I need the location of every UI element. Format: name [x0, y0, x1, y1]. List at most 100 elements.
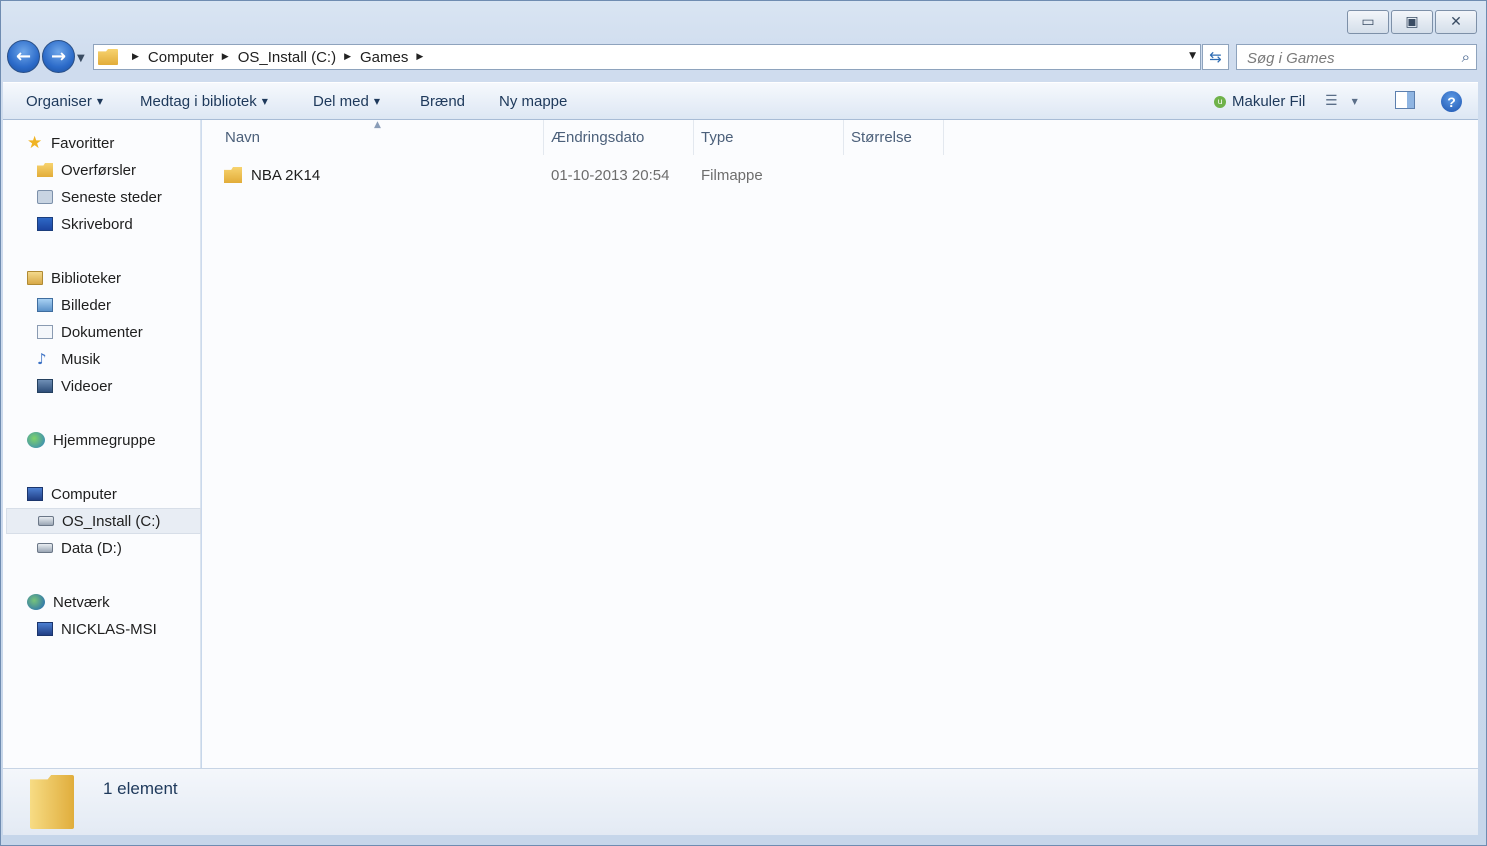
table-row[interactable]: NBA 2K14 — [224, 161, 320, 189]
sidebar-item-network[interactable]: Netværk — [27, 589, 110, 615]
recent-pages-dropdown[interactable]: ▼ — [77, 53, 87, 64]
star-icon: ★ — [27, 132, 43, 153]
minimize-icon: ▭ — [1361, 14, 1375, 30]
address-bar[interactable]: ▶ Computer ▶ OS_Install (C:) ▶ Games ▶ ▼ — [93, 44, 1201, 70]
column-header-size[interactable]: Størrelse — [844, 120, 944, 155]
folder-icon — [30, 775, 74, 829]
back-arrow-icon: ← — [15, 46, 32, 67]
sidebar-item-music[interactable]: ♪ Musik — [37, 346, 100, 372]
breadcrumb-os-install[interactable]: OS_Install (C:) — [238, 49, 336, 66]
sidebar-item-data-drive[interactable]: Data (D:) — [37, 535, 122, 561]
sidebar-item-videos[interactable]: Videoer — [37, 373, 112, 399]
sort-ascending-icon: ▲ — [374, 120, 381, 130]
sidebar-item-recent-places[interactable]: Seneste steder — [37, 184, 162, 210]
pictures-icon — [37, 298, 53, 312]
view-list-icon: ☰ — [1325, 93, 1338, 109]
sidebar-item-favorites[interactable]: ★ Favoritter — [27, 130, 114, 156]
sidebar-item-label: Musik — [61, 350, 101, 368]
sidebar-item-label: Data (D:) — [61, 539, 122, 557]
close-icon: ✕ — [1450, 14, 1462, 30]
network-computer-icon — [37, 622, 53, 636]
column-header-type[interactable]: Type — [694, 120, 844, 155]
sidebar-item-label: Biblioteker — [51, 269, 122, 287]
makuler-fil-label: Makuler Fil — [1232, 93, 1306, 110]
command-bar: Organiser ▼ Medtag i bibliotek ▼ Del med ▼ … — [3, 82, 1478, 120]
search-icon[interactable]: ⌕ — [1462, 48, 1470, 66]
file-date: 01-10-2013 20:54 — [551, 166, 670, 184]
sidebar-item-label: Overførsler — [61, 161, 136, 179]
sidebar-item-pictures[interactable]: Billeder — [37, 292, 111, 318]
downloads-folder-icon — [37, 163, 53, 177]
drive-icon — [37, 543, 53, 553]
sidebar-item-desktop[interactable]: Skrivebord — [37, 211, 133, 237]
refresh-icon: ⇆ — [1209, 48, 1222, 66]
forward-arrow-icon: → — [50, 46, 67, 67]
chevron-right-icon[interactable]: ▶ — [222, 52, 229, 62]
sidebar-item-homegroup[interactable]: Hjemmegruppe — [27, 427, 156, 453]
sidebar-item-label: Billeder — [61, 296, 112, 314]
sidebar-item-downloads[interactable]: Overførsler — [37, 157, 136, 183]
search-box[interactable]: ⌕ — [1236, 44, 1477, 70]
breadcrumb-games[interactable]: Games — [360, 49, 408, 66]
libraries-icon — [27, 271, 43, 285]
sidebar-item-nicklas-msi[interactable]: NICKLAS-MSI — [37, 616, 157, 642]
column-header-name[interactable]: Navn — [218, 120, 544, 155]
chevron-down-icon: ▼ — [96, 97, 104, 106]
chevron-down-icon: ▼ — [261, 97, 268, 106]
chevron-right-icon[interactable]: ▶ — [132, 52, 139, 62]
share-with-menu[interactable]: Del med ▼ — [313, 93, 380, 110]
sidebar-item-label: Hjemmegruppe — [53, 431, 156, 449]
change-view-button[interactable]: ☰ ▼ — [1325, 93, 1358, 109]
sidebar-item-label: Dokumenter — [61, 323, 143, 341]
network-icon — [27, 594, 45, 610]
makuler-fil-button[interactable]: u Makuler Fil — [1214, 93, 1305, 110]
maximize-icon: ▣ — [1405, 14, 1419, 30]
file-list: Navn ▲ Ændringsdato Type Størrelse NBA 2… — [202, 120, 1478, 768]
search-input[interactable] — [1245, 46, 1449, 70]
shredder-icon: u — [1214, 95, 1226, 108]
sidebar-item-label: Favoritter — [51, 134, 115, 152]
folder-icon — [224, 167, 242, 183]
music-icon: ♪ — [37, 349, 47, 368]
chevron-down-icon: ▼ — [373, 97, 381, 106]
sidebar-item-libraries[interactable]: Biblioteker — [27, 265, 121, 291]
sidebar-item-label: Netværk — [53, 593, 110, 611]
sidebar-item-label: OS_Install (C:) — [62, 512, 161, 530]
homegroup-icon — [27, 432, 45, 448]
chevron-right-icon[interactable]: ▶ — [416, 52, 423, 62]
item-count: 1 element — [103, 779, 178, 798]
include-library-menu[interactable]: Medtag i bibliotek ▼ — [140, 93, 268, 110]
minimize-button[interactable]: ▭ — [1347, 10, 1389, 34]
documents-icon — [37, 325, 53, 339]
include-library-label: Medtag i bibliotek — [140, 93, 257, 110]
column-header-date[interactable]: Ændringsdato — [544, 120, 694, 155]
sidebar-item-label: NICKLAS-MSI — [61, 620, 157, 638]
file-name: NBA 2K14 — [251, 166, 321, 184]
preview-pane-button[interactable] — [1395, 91, 1415, 109]
share-with-label: Del med — [313, 93, 369, 110]
sidebar-item-label: Skrivebord — [61, 215, 133, 233]
sidebar-item-computer[interactable]: Computer — [27, 481, 117, 507]
maximize-button[interactable]: ▣ — [1391, 10, 1433, 34]
videos-icon — [37, 379, 53, 393]
column-header-label: Ændringsdato — [551, 129, 645, 146]
help-button[interactable]: ? — [1441, 91, 1462, 112]
address-dropdown-icon[interactable]: ▼ — [1189, 51, 1196, 61]
burn-button[interactable]: Brænd — [420, 93, 465, 110]
chevron-right-icon[interactable]: ▶ — [344, 52, 351, 62]
refresh-button[interactable]: ⇆ — [1202, 44, 1229, 70]
computer-icon — [27, 487, 43, 501]
breadcrumb: ▶ Computer ▶ OS_Install (C:) ▶ Games ▶ — [124, 49, 432, 66]
file-type: Filmappe — [701, 166, 763, 184]
organize-menu[interactable]: Organiser ▼ — [26, 93, 103, 110]
navigation-pane: ★ Favoritter Overførsler Seneste steder S… — [3, 120, 201, 768]
folder-icon — [98, 49, 118, 65]
desktop-icon — [37, 217, 53, 231]
forward-button[interactable]: → — [42, 40, 75, 73]
back-button[interactable]: ← — [7, 40, 40, 73]
new-folder-button[interactable]: Ny mappe — [499, 93, 567, 110]
close-button[interactable]: ✕ — [1435, 10, 1477, 34]
sidebar-item-documents[interactable]: Dokumenter — [37, 319, 143, 345]
breadcrumb-computer[interactable]: Computer — [148, 49, 214, 66]
sidebar-item-os-install[interactable]: OS_Install (C:) — [6, 508, 201, 534]
